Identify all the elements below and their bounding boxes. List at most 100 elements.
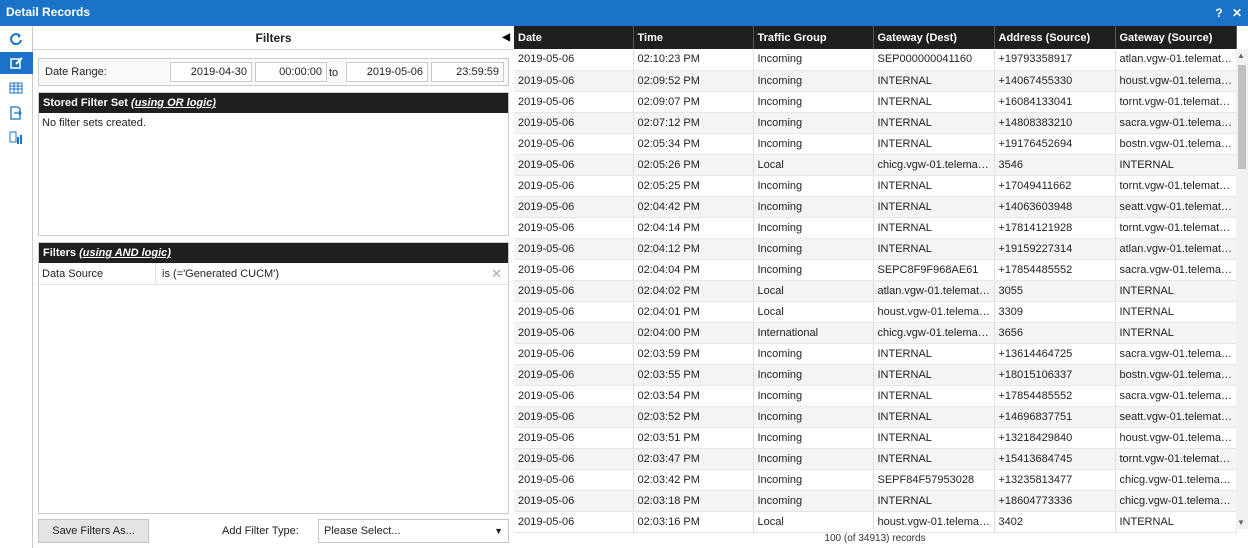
table-cell: Incoming xyxy=(753,196,874,218)
table-row[interactable]: 2019-05-06 02:03:51 PM Incoming INTERNAL +13… xyxy=(514,427,1237,449)
table-row[interactable]: 2019-05-06 02:04:00 PM International chicg.… xyxy=(514,322,1237,344)
table-cell: 2019-05-06 xyxy=(514,322,634,344)
table-row[interactable]: 2019-05-06 02:03:18 PM Incoming INTERNAL +18… xyxy=(514,490,1237,512)
table-cell: INTERNAL xyxy=(873,91,995,113)
table-cell: Incoming xyxy=(753,364,874,386)
table-row[interactable]: 2019-05-06 02:03:55 PM Incoming INTERNAL +18… xyxy=(514,364,1237,386)
table-cell: 02:03:55 PM xyxy=(633,364,754,386)
collapse-left-icon[interactable]: ◀ xyxy=(502,26,510,50)
start-date-field[interactable]: 2019-04-30 xyxy=(170,62,252,82)
table-cell: 02:03:47 PM xyxy=(633,448,754,470)
end-time-field[interactable]: 23:59:59 xyxy=(431,62,504,82)
table-cell: atlan.vgw-01.telemat… xyxy=(873,280,995,302)
column-header[interactable]: Gateway (Source) xyxy=(1115,26,1237,49)
add-filter-select[interactable]: Please Select... ▼ xyxy=(318,519,509,543)
table-cell: SEPC8F9F968AE61 xyxy=(873,259,995,281)
scrollbar-thumb[interactable] xyxy=(1238,65,1246,169)
table-cell: sacra.vgw-01.telema… xyxy=(1115,259,1237,281)
window-title: Detail Records xyxy=(6,5,91,19)
table-cell: atlan.vgw-01.telemat… xyxy=(1115,49,1237,71)
end-date-field[interactable]: 2019-05-06 xyxy=(346,62,428,82)
records-count: 100 (of 34913) records xyxy=(824,533,926,544)
remove-filter-icon[interactable]: ✕ xyxy=(491,266,502,282)
and-logic-link[interactable]: (using AND logic) xyxy=(79,247,171,259)
table-cell: 02:04:01 PM xyxy=(633,301,754,323)
or-logic-link[interactable]: (using OR logic) xyxy=(131,97,216,109)
add-filter-select-value: Please Select... xyxy=(324,525,401,537)
column-header[interactable]: Gateway (Dest) xyxy=(873,26,995,49)
close-button[interactable]: ✕ xyxy=(1229,5,1245,21)
table-row[interactable]: 2019-05-06 02:03:59 PM Incoming INTERNAL +13… xyxy=(514,343,1237,365)
column-header[interactable]: Date xyxy=(514,26,634,49)
save-filters-button[interactable]: Save Filters As... xyxy=(38,519,149,543)
table-cell: Incoming xyxy=(753,406,874,428)
table-row[interactable]: 2019-05-06 02:07:12 PM Incoming INTERNAL +14… xyxy=(514,112,1237,134)
table-cell: Incoming xyxy=(753,490,874,512)
table-cell: SEPF84F57953028 xyxy=(873,469,995,491)
table-cell: +14063603948 xyxy=(994,196,1116,218)
table-cell: Incoming xyxy=(753,70,874,92)
table-cell: +18604773336 xyxy=(994,490,1116,512)
edit-icon[interactable] xyxy=(0,52,33,74)
empty-message: No filter sets created. xyxy=(42,117,146,129)
start-time-field[interactable]: 00:00:00 xyxy=(255,62,327,82)
filters-panel: Filters ◀ Date Range: 2019-04-30 00:00:0… xyxy=(33,26,514,548)
table-cell: +17854485552 xyxy=(994,259,1116,281)
table-row[interactable]: 2019-05-06 02:09:52 PM Incoming INTERNAL +14… xyxy=(514,70,1237,92)
table-cell: INTERNAL xyxy=(1115,322,1237,344)
table-row[interactable]: 2019-05-06 02:10:23 PM Incoming SEP00000004… xyxy=(514,49,1237,71)
table-row[interactable]: 2019-05-06 02:05:25 PM Incoming INTERNAL +17… xyxy=(514,175,1237,197)
table-row[interactable]: 2019-05-06 02:05:34 PM Incoming INTERNAL +19… xyxy=(514,133,1237,155)
table-row[interactable]: 2019-05-06 02:04:02 PM Local atlan.vgw-01.t… xyxy=(514,280,1237,302)
table-row[interactable]: 2019-05-06 02:03:52 PM Incoming INTERNAL +14… xyxy=(514,406,1237,428)
table-cell: 02:03:54 PM xyxy=(633,385,754,407)
table-cell: INTERNAL xyxy=(873,448,995,470)
vertical-scrollbar[interactable]: ▲ ▼ xyxy=(1236,49,1248,529)
table-row[interactable]: 2019-05-06 02:04:42 PM Incoming INTERNAL +14… xyxy=(514,196,1237,218)
table-cell: 2019-05-06 xyxy=(514,490,634,512)
table-row[interactable]: 2019-05-06 02:09:07 PM Incoming INTERNAL +16… xyxy=(514,91,1237,113)
header-row: Date Time Traffic Group Gateway (Dest) Addre… xyxy=(514,26,1237,49)
column-header[interactable]: Time xyxy=(633,26,754,49)
refresh-icon[interactable] xyxy=(4,28,28,50)
table-cell: Local xyxy=(753,511,874,533)
help-button[interactable]: ? xyxy=(1211,5,1227,21)
table-cell: 3546 xyxy=(994,154,1116,176)
table-cell: 02:03:16 PM xyxy=(633,511,754,533)
table-cell: houst.vgw-01.telema… xyxy=(873,301,995,323)
table-cell: Local xyxy=(753,301,874,323)
table-cell: INTERNAL xyxy=(873,112,995,134)
table-icon[interactable] xyxy=(4,77,28,99)
filter-actions: Save Filters As... Add Filter Type: Plea… xyxy=(38,519,509,544)
table-cell: 2019-05-06 xyxy=(514,301,634,323)
table-row[interactable]: 2019-05-06 02:04:04 PM Incoming SEPC8F9F968… xyxy=(514,259,1237,281)
table-row[interactable]: 2019-05-06 02:03:47 PM Incoming INTERNAL +15… xyxy=(514,448,1237,470)
filters-header: Filters ◀ xyxy=(33,26,514,50)
table-cell: 2019-05-06 xyxy=(514,343,634,365)
table-cell: 2019-05-06 xyxy=(514,469,634,491)
scroll-down-icon[interactable]: ▼ xyxy=(1237,518,1245,527)
table-row[interactable]: 2019-05-06 02:04:12 PM Incoming INTERNAL +19… xyxy=(514,238,1237,260)
table-cell: 2019-05-06 xyxy=(514,91,634,113)
table-cell: 02:05:34 PM xyxy=(633,133,754,155)
column-header[interactable]: Traffic Group xyxy=(753,26,874,49)
side-toolbar xyxy=(0,26,33,548)
table-row[interactable]: 2019-05-06 02:04:01 PM Local houst.vgw-01.t… xyxy=(514,301,1237,323)
table-cell: +14696837751 xyxy=(994,406,1116,428)
table-row[interactable]: 2019-05-06 02:04:14 PM Incoming INTERNAL +17… xyxy=(514,217,1237,239)
filter-row[interactable]: Data Source is (='Generated CUCM') ✕ xyxy=(39,263,508,285)
table-row[interactable]: 2019-05-06 02:03:54 PM Incoming INTERNAL +17… xyxy=(514,385,1237,407)
table-cell: +17854485552 xyxy=(994,385,1116,407)
column-header[interactable]: Address (Source) xyxy=(994,26,1116,49)
table-cell: 3402 xyxy=(994,511,1116,533)
export-icon[interactable] xyxy=(4,102,28,124)
date-range: Date Range: 2019-04-30 00:00:00 to 2019-… xyxy=(38,58,509,86)
table-row[interactable]: 2019-05-06 02:05:26 PM Local chicg.vgw-01.t… xyxy=(514,154,1237,176)
table-row[interactable]: 2019-05-06 02:03:42 PM Incoming SEPF84F5795… xyxy=(514,469,1237,491)
table-cell: INTERNAL xyxy=(1115,511,1237,533)
records-grid: Date Time Traffic Group Gateway (Dest) Addre… xyxy=(514,26,1248,548)
report-icon[interactable] xyxy=(4,127,28,149)
table-row[interactable]: 2019-05-06 02:03:16 PM Local houst.vgw-01.t… xyxy=(514,511,1237,533)
scroll-up-icon[interactable]: ▲ xyxy=(1237,51,1245,60)
table-cell: bostn.vgw-01.telema… xyxy=(1115,364,1237,386)
